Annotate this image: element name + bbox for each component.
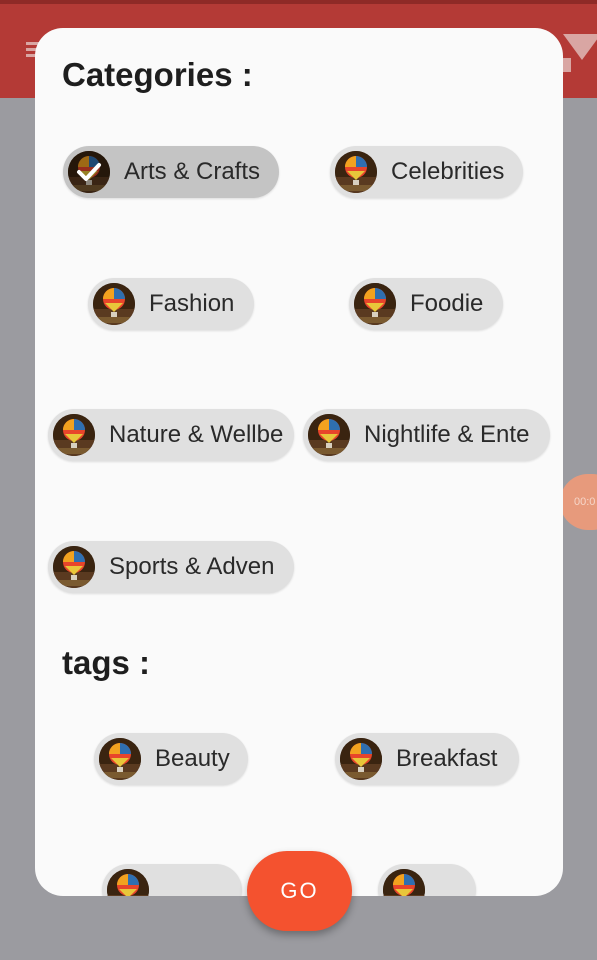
tag-chip-breakfast[interactable]: Breakfast bbox=[335, 733, 519, 785]
tag-chip-partial-left[interactable] bbox=[102, 864, 242, 896]
filter-icon-stem bbox=[563, 58, 571, 72]
chip-label: Breakfast bbox=[396, 745, 498, 772]
floating-timer-bubble[interactable]: 00:0 bbox=[560, 474, 597, 530]
balloon-avatar-icon bbox=[335, 151, 377, 193]
balloon-avatar-icon bbox=[99, 738, 141, 780]
balloon-avatar-icon bbox=[340, 738, 382, 780]
categories-title: Categories : bbox=[62, 56, 253, 93]
status-strip bbox=[0, 0, 597, 4]
check-icon bbox=[68, 151, 110, 193]
tag-chip-beauty[interactable]: Beauty bbox=[94, 733, 248, 785]
chip-label: Beauty bbox=[155, 745, 230, 772]
category-chip-nature-wellbeing[interactable]: Nature & Wellbe bbox=[48, 409, 294, 461]
chip-label: Nightlife & Ente bbox=[364, 421, 530, 448]
filter-dialog: Categories : Arts & Crafts Celebrities F… bbox=[35, 28, 563, 896]
balloon-avatar-icon bbox=[68, 151, 110, 193]
balloon-avatar-icon bbox=[53, 546, 95, 588]
tags-title: tags : bbox=[62, 644, 151, 681]
balloon-avatar-icon bbox=[107, 869, 149, 896]
tag-chip-partial-right[interactable] bbox=[378, 864, 476, 896]
category-chip-fashion[interactable]: Fashion bbox=[88, 278, 254, 330]
chip-label: Fashion bbox=[149, 290, 235, 317]
filter-icon[interactable] bbox=[563, 34, 597, 60]
category-chip-arts-crafts[interactable]: Arts & Crafts bbox=[63, 146, 279, 198]
balloon-avatar-icon bbox=[93, 283, 135, 325]
category-chip-sports-adventure[interactable]: Sports & Adven bbox=[48, 541, 294, 593]
balloon-avatar-icon bbox=[354, 283, 396, 325]
chip-label: Nature & Wellbe bbox=[109, 421, 284, 448]
category-chip-celebrities[interactable]: Celebrities bbox=[330, 146, 523, 198]
chip-label: Celebrities bbox=[391, 158, 505, 185]
chip-label: Sports & Adven bbox=[109, 553, 275, 580]
balloon-avatar-icon bbox=[383, 869, 425, 896]
chip-label: Foodie bbox=[410, 290, 484, 317]
balloon-avatar-icon bbox=[308, 414, 350, 456]
category-chip-foodie[interactable]: Foodie bbox=[349, 278, 503, 330]
category-chip-nightlife-entertainment[interactable]: Nightlife & Ente bbox=[303, 409, 550, 461]
chip-label: Arts & Crafts bbox=[124, 158, 261, 185]
go-button[interactable]: GO bbox=[247, 851, 352, 931]
balloon-avatar-icon bbox=[53, 414, 95, 456]
